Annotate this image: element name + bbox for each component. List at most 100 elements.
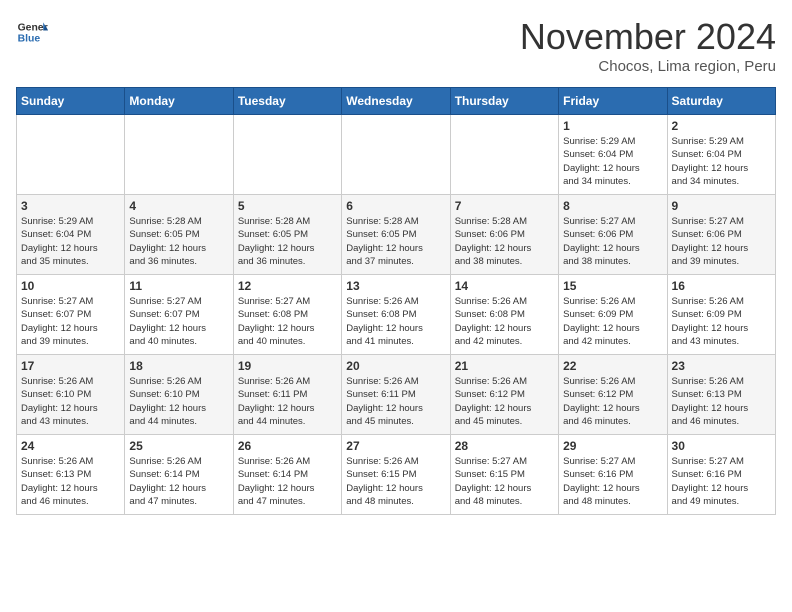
day-cell: 2Sunrise: 5:29 AM Sunset: 6:04 PM Daylig… <box>667 115 775 195</box>
day-cell: 14 Sunrise: 5:26 AM Sunset: 6:08 PM Dayli… <box>450 275 558 355</box>
day-cell: 10 Sunrise: 5:27 AM Sunset: 6:07 PM Dayli… <box>17 275 125 355</box>
title-area: November 2024 Chocos, Lima region, Peru <box>520 16 776 75</box>
day-cell: 3 Sunrise: 5:29 AM Sunset: 6:04 PM Daylig… <box>17 195 125 275</box>
day-info: Sunrise: 5:26 AM Sunset: 6:13 PM Dayligh… <box>21 455 120 508</box>
day-cell <box>17 115 125 195</box>
day-info: Sunrise: 5:26 AM Sunset: 6:12 PM Dayligh… <box>563 375 662 428</box>
day-cell: 11 Sunrise: 5:27 AM Sunset: 6:07 PM Dayli… <box>125 275 233 355</box>
day-number: 11 <box>129 279 228 293</box>
day-header-wednesday: Wednesday <box>342 88 450 115</box>
day-info: Sunrise: 5:28 AM Sunset: 6:05 PM Dayligh… <box>346 215 445 268</box>
day-number: 17 <box>21 359 120 373</box>
day-number: 3 <box>21 199 120 213</box>
day-cell: 7 Sunrise: 5:28 AM Sunset: 6:06 PM Daylig… <box>450 195 558 275</box>
day-cell: 8Sunrise: 5:27 AM Sunset: 6:06 PM Daylig… <box>559 195 667 275</box>
day-number: 5 <box>238 199 337 213</box>
day-info: Sunrise: 5:27 AM Sunset: 6:07 PM Dayligh… <box>21 295 120 348</box>
day-cell: 18Sunrise: 5:26 AM Sunset: 6:10 PM Dayli… <box>125 355 233 435</box>
day-number: 4 <box>129 199 228 213</box>
day-cell: 15 Sunrise: 5:26 AM Sunset: 6:09 PM Dayli… <box>559 275 667 355</box>
day-cell: 9 Sunrise: 5:27 AM Sunset: 6:06 PM Daylig… <box>667 195 775 275</box>
day-info: Sunrise: 5:26 AM Sunset: 6:09 PM Dayligh… <box>563 295 662 348</box>
day-cell: 24 Sunrise: 5:26 AM Sunset: 6:13 PM Dayli… <box>17 435 125 515</box>
week-row-4: 17 Sunrise: 5:26 AM Sunset: 6:10 PM Dayli… <box>17 355 776 435</box>
day-info: Sunrise: 5:26 AM Sunset: 6:11 PM Dayligh… <box>238 375 337 428</box>
day-header-monday: Monday <box>125 88 233 115</box>
day-cell <box>125 115 233 195</box>
day-info: Sunrise: 5:28 AM Sunset: 6:05 PM Dayligh… <box>238 215 337 268</box>
day-info: Sunrise: 5:26 AM Sunset: 6:08 PM Dayligh… <box>346 295 445 348</box>
day-info: Sunrise: 5:26 AM Sunset: 6:09 PM Dayligh… <box>672 295 771 348</box>
day-cell: 4Sunrise: 5:28 AM Sunset: 6:05 PM Daylig… <box>125 195 233 275</box>
calendar-table: SundayMondayTuesdayWednesdayThursdayFrid… <box>16 87 776 515</box>
day-header-saturday: Saturday <box>667 88 775 115</box>
day-number: 20 <box>346 359 445 373</box>
day-info: Sunrise: 5:26 AM Sunset: 6:08 PM Dayligh… <box>455 295 554 348</box>
day-number: 25 <box>129 439 228 453</box>
day-cell: 20Sunrise: 5:26 AM Sunset: 6:11 PM Dayli… <box>342 355 450 435</box>
day-cell: 17Sunrise: 5:26 AM Sunset: 6:10 PM Dayli… <box>17 355 125 435</box>
day-number: 27 <box>346 439 445 453</box>
svg-text:Blue: Blue <box>18 34 41 45</box>
day-cell: 6 Sunrise: 5:28 AM Sunset: 6:05 PM Daylig… <box>342 195 450 275</box>
header-row: SundayMondayTuesdayWednesdayThursdayFrid… <box>17 88 776 115</box>
day-number: 6 <box>346 199 445 213</box>
day-info: Sunrise: 5:29 AM Sunset: 6:04 PM Dayligh… <box>21 215 120 268</box>
day-info: Sunrise: 5:29 AM Sunset: 6:04 PM Dayligh… <box>563 135 662 188</box>
day-cell: 29 Sunrise: 5:27 AM Sunset: 6:16 PM Dayli… <box>559 435 667 515</box>
day-number: 14 <box>455 279 554 293</box>
day-info: Sunrise: 5:26 AM Sunset: 6:14 PM Dayligh… <box>238 455 337 508</box>
day-number: 29 <box>563 439 662 453</box>
day-number: 13 <box>346 279 445 293</box>
day-number: 8 <box>563 199 662 213</box>
day-number: 24 <box>21 439 120 453</box>
day-cell: 25 Sunrise: 5:26 AM Sunset: 6:14 PM Dayli… <box>125 435 233 515</box>
day-header-tuesday: Tuesday <box>233 88 341 115</box>
day-number: 16 <box>672 279 771 293</box>
day-info: Sunrise: 5:26 AM Sunset: 6:13 PM Dayligh… <box>672 375 771 428</box>
day-number: 10 <box>21 279 120 293</box>
week-row-5: 24 Sunrise: 5:26 AM Sunset: 6:13 PM Dayli… <box>17 435 776 515</box>
day-cell <box>233 115 341 195</box>
day-cell: 30 Sunrise: 5:27 AM Sunset: 6:16 PM Dayli… <box>667 435 775 515</box>
day-number: 21 <box>455 359 554 373</box>
day-cell: 1 Sunrise: 5:29 AM Sunset: 6:04 PM Daylig… <box>559 115 667 195</box>
day-number: 15 <box>563 279 662 293</box>
day-info: Sunrise: 5:26 AM Sunset: 6:14 PM Dayligh… <box>129 455 228 508</box>
day-cell: 13 Sunrise: 5:26 AM Sunset: 6:08 PM Dayli… <box>342 275 450 355</box>
day-number: 12 <box>238 279 337 293</box>
day-cell: 16 Sunrise: 5:26 AM Sunset: 6:09 PM Dayli… <box>667 275 775 355</box>
day-info: Sunrise: 5:27 AM Sunset: 6:16 PM Dayligh… <box>672 455 771 508</box>
subtitle: Chocos, Lima region, Peru <box>520 58 776 75</box>
day-cell: 22 Sunrise: 5:26 AM Sunset: 6:12 PM Dayli… <box>559 355 667 435</box>
logo-icon: General Blue <box>16 16 48 48</box>
week-row-1: 1 Sunrise: 5:29 AM Sunset: 6:04 PM Daylig… <box>17 115 776 195</box>
day-info: Sunrise: 5:27 AM Sunset: 6:15 PM Dayligh… <box>455 455 554 508</box>
day-info: Sunrise: 5:28 AM Sunset: 6:06 PM Dayligh… <box>455 215 554 268</box>
day-number: 1 <box>563 119 662 133</box>
week-row-3: 10 Sunrise: 5:27 AM Sunset: 6:07 PM Dayli… <box>17 275 776 355</box>
day-number: 7 <box>455 199 554 213</box>
day-header-thursday: Thursday <box>450 88 558 115</box>
day-number: 30 <box>672 439 771 453</box>
header: General Blue November 2024 Chocos, Lima … <box>16 16 776 75</box>
day-info: Sunrise: 5:27 AM Sunset: 6:07 PM Dayligh… <box>129 295 228 348</box>
day-number: 23 <box>672 359 771 373</box>
day-header-friday: Friday <box>559 88 667 115</box>
week-row-2: 3 Sunrise: 5:29 AM Sunset: 6:04 PM Daylig… <box>17 195 776 275</box>
day-cell: 21 Sunrise: 5:26 AM Sunset: 6:12 PM Dayli… <box>450 355 558 435</box>
day-number: 2 <box>672 119 771 133</box>
day-info: Sunrise: 5:27 AM Sunset: 6:06 PM Dayligh… <box>672 215 771 268</box>
day-info: Sunrise: 5:26 AM Sunset: 6:15 PM Dayligh… <box>346 455 445 508</box>
day-info: Sunrise: 5:27 AM Sunset: 6:16 PM Dayligh… <box>563 455 662 508</box>
day-info: Sunrise: 5:26 AM Sunset: 6:12 PM Dayligh… <box>455 375 554 428</box>
day-cell: 23 Sunrise: 5:26 AM Sunset: 6:13 PM Dayli… <box>667 355 775 435</box>
day-number: 9 <box>672 199 771 213</box>
day-number: 22 <box>563 359 662 373</box>
day-cell: 26Sunrise: 5:26 AM Sunset: 6:14 PM Dayli… <box>233 435 341 515</box>
day-info: Sunrise: 5:27 AM Sunset: 6:08 PM Dayligh… <box>238 295 337 348</box>
day-cell <box>342 115 450 195</box>
day-cell: 12 Sunrise: 5:27 AM Sunset: 6:08 PM Dayli… <box>233 275 341 355</box>
day-info: Sunrise: 5:26 AM Sunset: 6:10 PM Dayligh… <box>129 375 228 428</box>
day-number: 19 <box>238 359 337 373</box>
